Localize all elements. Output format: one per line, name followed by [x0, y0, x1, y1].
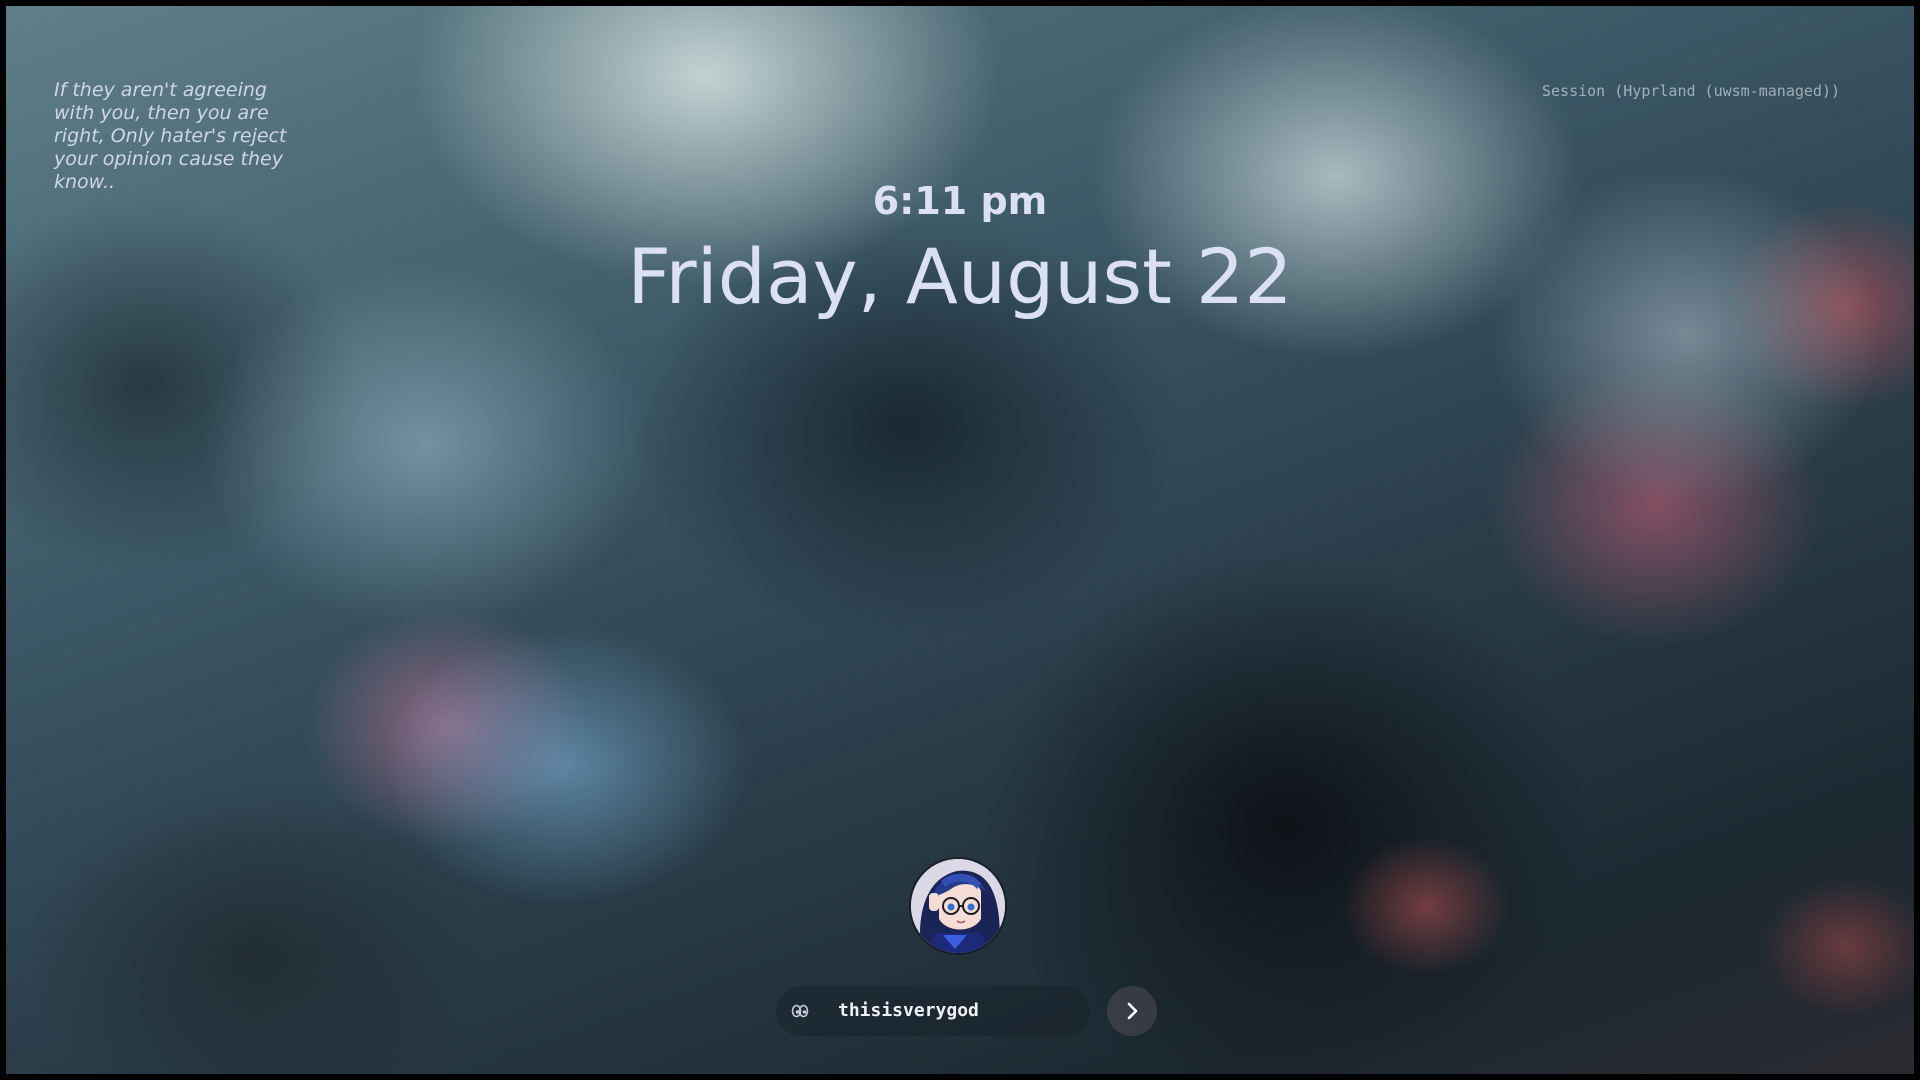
password-field[interactable]: thisisverygod: [776, 986, 1090, 1036]
session-selector[interactable]: Session (Hyprland (uwsm-managed)): [1542, 82, 1840, 100]
clock-date: Friday, August 22: [627, 232, 1293, 321]
chevron-right-icon: [1127, 1002, 1138, 1020]
clock-time: 6:11 pm: [872, 179, 1048, 223]
lockscreen: If they aren't agreeing with you, then y…: [6, 6, 1914, 1074]
user-avatar: [911, 859, 1005, 953]
username-label: thisisverygod: [838, 1000, 979, 1021]
login-submit-button[interactable]: [1107, 986, 1157, 1036]
anime-avatar-icon: [911, 859, 1005, 953]
eye-icon[interactable]: [788, 999, 812, 1023]
